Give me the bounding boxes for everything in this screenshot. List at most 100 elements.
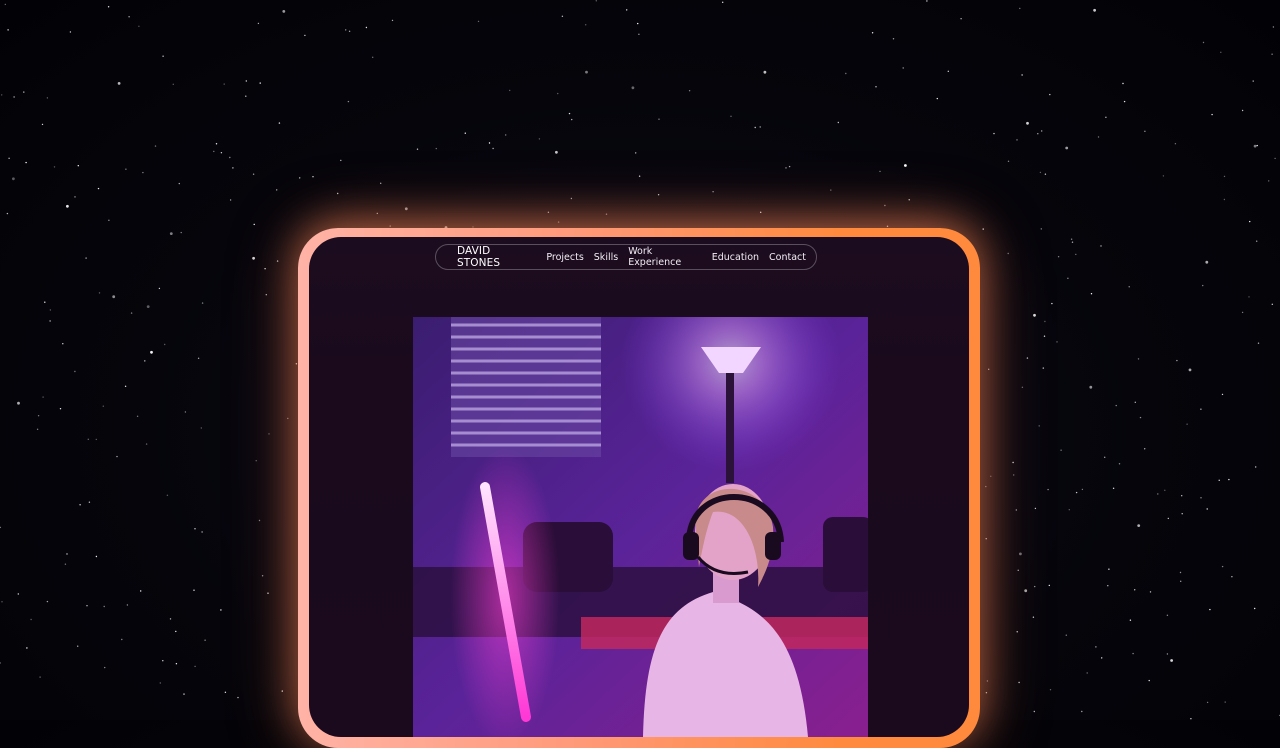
star: [1100, 245, 1102, 247]
star: [1241, 311, 1244, 314]
star: [985, 692, 988, 694]
star: [1021, 386, 1024, 388]
nav-link-skills[interactable]: Skills: [594, 252, 618, 263]
star: [183, 693, 185, 695]
star: [178, 182, 180, 185]
nav-link-projects[interactable]: Projects: [546, 252, 583, 263]
star: [631, 86, 635, 90]
star: [1209, 608, 1211, 611]
star: [17, 401, 20, 405]
star: [389, 225, 391, 227]
star: [36, 428, 39, 430]
star: [1016, 631, 1018, 633]
star: [1047, 488, 1049, 491]
star: [1075, 491, 1078, 494]
star: [201, 302, 204, 304]
star: [162, 660, 164, 662]
star: [1200, 408, 1202, 410]
star: [276, 189, 278, 191]
star: [140, 590, 142, 592]
star: [947, 70, 949, 73]
star: [1012, 461, 1014, 464]
star: [1256, 144, 1258, 147]
star: [1224, 701, 1226, 703]
star: [1026, 357, 1029, 359]
nav-link-contact[interactable]: Contact: [769, 252, 806, 263]
star: [340, 159, 342, 162]
star: [547, 211, 550, 213]
star: [304, 34, 306, 37]
star: [1231, 576, 1233, 578]
star: [1089, 385, 1093, 389]
star: [1180, 580, 1182, 582]
brand-logo-text[interactable]: DAVID STONES: [457, 245, 530, 269]
star: [245, 95, 247, 97]
star: [380, 182, 382, 184]
nav-link-work-experience[interactable]: Work Experience: [628, 246, 702, 268]
star: [252, 256, 256, 260]
star: [299, 177, 301, 179]
star: [1137, 358, 1140, 360]
star: [1272, 26, 1275, 28]
star: [875, 86, 877, 88]
star: [258, 519, 261, 522]
star: [1223, 198, 1226, 201]
star: [1037, 133, 1039, 135]
star: [1218, 479, 1220, 481]
star: [25, 161, 27, 164]
star: [538, 138, 541, 140]
star: [159, 682, 161, 684]
star: [1129, 619, 1132, 621]
star: [759, 126, 761, 128]
nav-link-education[interactable]: Education: [712, 252, 759, 263]
star: [175, 630, 177, 633]
star: [1205, 260, 1209, 264]
star: [0, 526, 2, 529]
star: [1164, 489, 1166, 491]
star: [201, 531, 203, 533]
star: [638, 33, 640, 35]
hero-photo: [413, 317, 868, 737]
star: [658, 118, 660, 120]
star: [1206, 701, 1209, 704]
star: [278, 122, 281, 124]
star: [1032, 616, 1035, 618]
star: [1170, 659, 1173, 662]
star: [164, 343, 166, 346]
star: [1162, 175, 1165, 177]
star: [41, 123, 44, 126]
star: [1211, 113, 1213, 116]
star: [6, 212, 9, 215]
star: [760, 211, 762, 213]
star: [570, 197, 573, 200]
star: [1256, 240, 1258, 242]
star: [87, 438, 90, 440]
star: [169, 618, 172, 620]
star: [1144, 448, 1146, 450]
star: [0, 662, 1, 664]
star: [128, 16, 130, 18]
star: [337, 192, 339, 195]
star: [1167, 517, 1170, 520]
star: [220, 152, 223, 154]
star: [49, 309, 52, 311]
star: [193, 589, 195, 591]
star: [223, 83, 225, 85]
star: [892, 38, 895, 40]
star: [184, 411, 187, 413]
star: [585, 70, 588, 74]
star: [86, 605, 88, 607]
star: [1034, 585, 1036, 588]
star: [902, 67, 904, 69]
star: [44, 301, 46, 303]
star: [252, 173, 255, 175]
star: [1081, 488, 1084, 491]
star: [1123, 100, 1126, 103]
star: [754, 126, 756, 129]
star: [116, 455, 118, 458]
star: [255, 460, 257, 462]
star: [169, 232, 173, 236]
star: [638, 175, 641, 177]
star: [1148, 679, 1150, 682]
star: [102, 405, 105, 407]
